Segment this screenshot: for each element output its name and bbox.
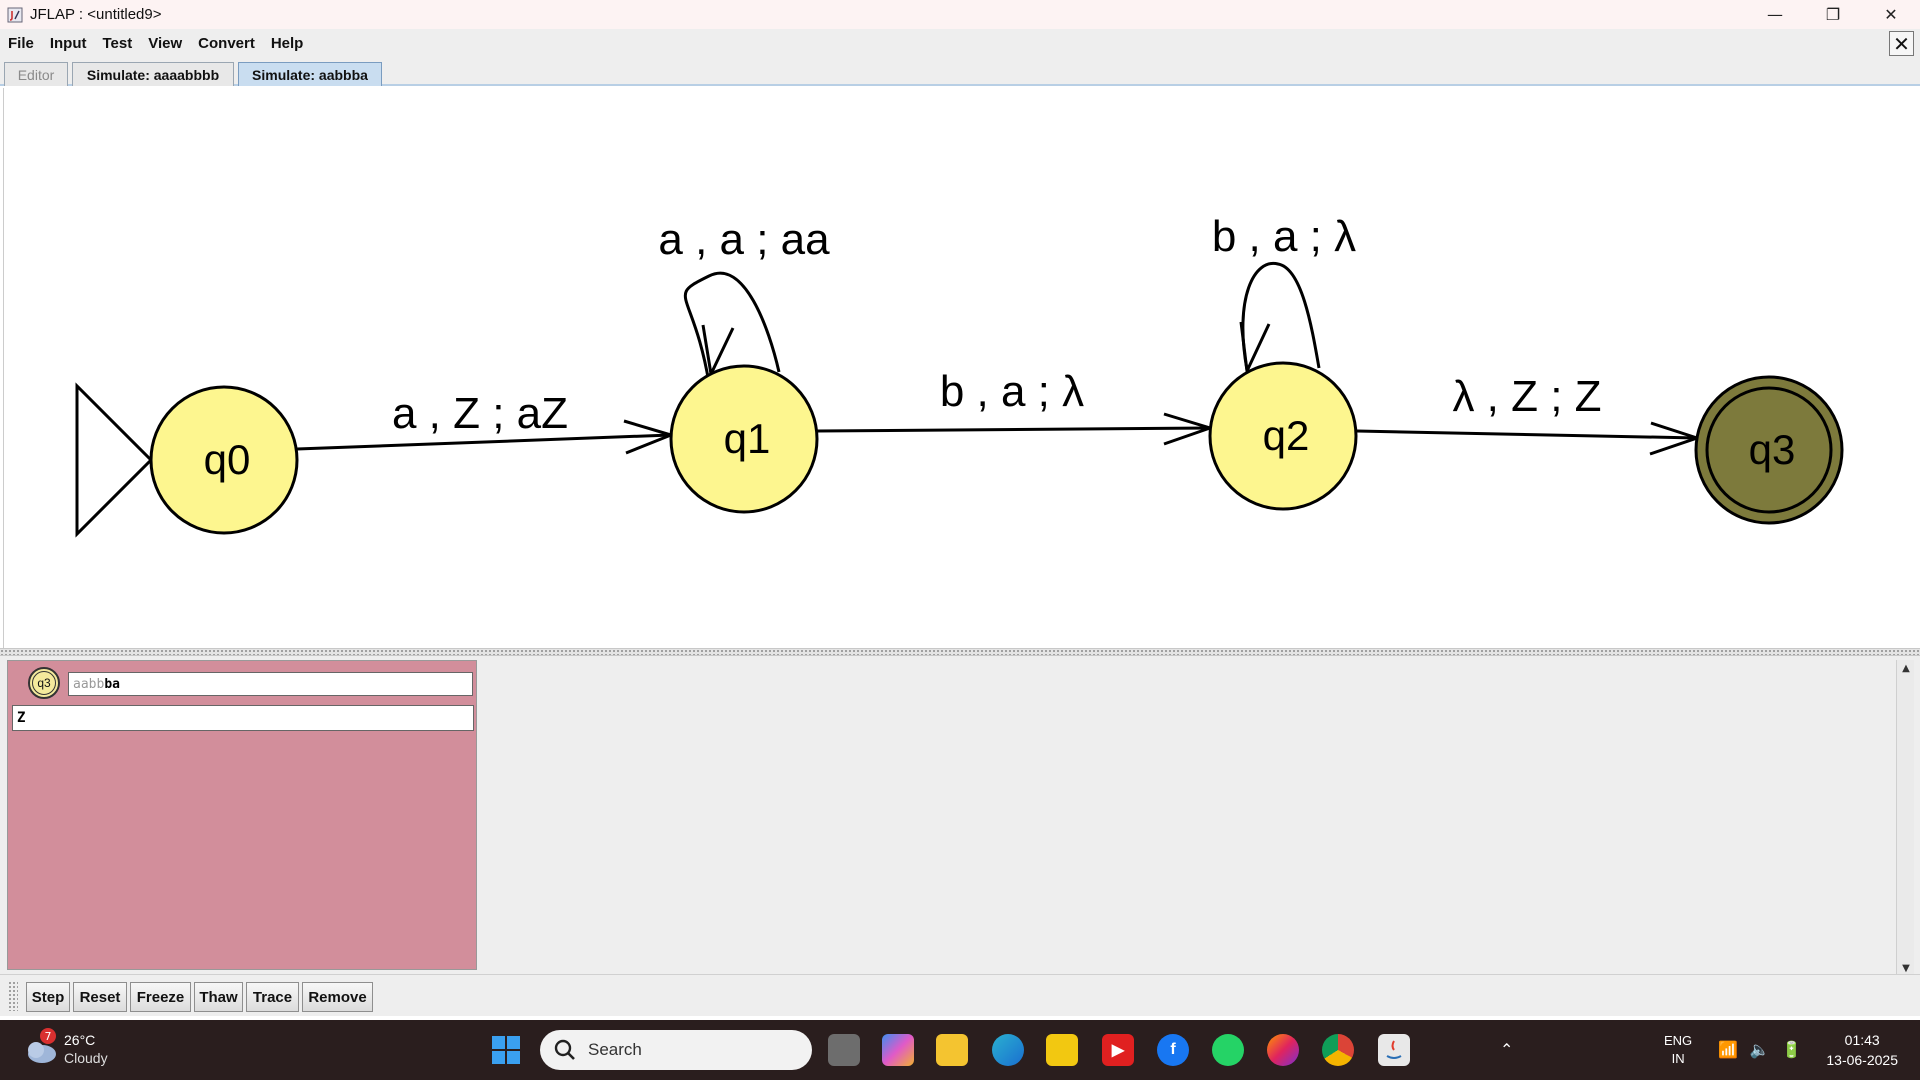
jflap-app-icon xyxy=(6,6,24,24)
system-tray: ⌃ xyxy=(1500,1020,1513,1080)
weather-temp: 26°C xyxy=(64,1032,96,1048)
transition-label: a , a ; aa xyxy=(658,215,830,264)
clock-date: 13-06-2025 xyxy=(1826,1052,1898,1068)
automaton-canvas[interactable]: a , Z ; aZ a , a ; aa b , a ; λ b , a ; … xyxy=(3,88,1917,648)
start-icon[interactable] xyxy=(490,1034,522,1066)
input-remaining: ba xyxy=(104,676,120,692)
weather-widget[interactable]: 7 26°C Cloudy xyxy=(18,1028,128,1072)
tab-bar: Editor Simulate: aaaabbbb Simulate: aabb… xyxy=(0,58,1920,86)
step-button[interactable]: Step xyxy=(26,982,70,1012)
language-indicator[interactable]: ENG IN xyxy=(1664,1020,1692,1080)
tab-simulate-aabbba[interactable]: Simulate: aabbba xyxy=(238,62,382,86)
toolbar-grip[interactable] xyxy=(8,981,18,1011)
clock-time: 01:43 xyxy=(1844,1032,1880,1048)
menu-test[interactable]: Test xyxy=(95,35,141,52)
minimize-button[interactable]: — xyxy=(1746,0,1804,29)
input-tape: aabb ba xyxy=(68,672,473,696)
menu-help[interactable]: Help xyxy=(263,35,312,52)
state-q0[interactable]: q0 xyxy=(149,385,299,535)
trace-button[interactable]: Trace xyxy=(246,982,299,1012)
search-placeholder: Search xyxy=(588,1040,642,1059)
config-state-icon: q3 xyxy=(28,667,60,699)
youtube-icon[interactable]: ▶ xyxy=(1102,1034,1134,1066)
clock[interactable]: 01:43 13-06-2025 xyxy=(1826,1030,1898,1070)
menu-view[interactable]: View xyxy=(140,35,190,52)
copilot-icon[interactable] xyxy=(882,1034,914,1066)
task-view-icon[interactable] xyxy=(828,1034,860,1066)
weather-badge: 7 xyxy=(40,1028,56,1044)
tab-simulate-aaaabbbb[interactable]: Simulate: aaaabbbb xyxy=(72,62,234,86)
transition-q0-q1[interactable]: a , Z ; aZ xyxy=(296,389,676,455)
java-icon[interactable] xyxy=(1378,1034,1410,1066)
state-q3[interactable]: q3 xyxy=(1694,375,1844,525)
state-q2[interactable]: q2 xyxy=(1208,361,1358,511)
restore-button[interactable]: ❐ xyxy=(1804,0,1862,29)
quick-settings[interactable]: 📶 🔈 🔋 xyxy=(1718,1020,1802,1080)
transition-q1-q2[interactable]: b , a ; λ xyxy=(816,367,1215,446)
power-bi-icon[interactable] xyxy=(1046,1034,1078,1066)
close-window-button[interactable]: ✕ xyxy=(1862,0,1920,29)
transition-label: λ , Z ; Z xyxy=(1452,372,1601,421)
volume-icon: 🔈 xyxy=(1749,1042,1770,1059)
menu-convert[interactable]: Convert xyxy=(190,35,263,52)
region-code: IN xyxy=(1671,1051,1685,1066)
window-title: JFLAP : <untitled9> xyxy=(30,6,162,23)
input-consumed: aabb xyxy=(73,676,105,692)
state-label: q0 xyxy=(204,436,251,483)
language-code: ENG xyxy=(1664,1033,1693,1048)
taskbar: 7 26°C Cloudy Search ▶ f ⌃ ENG IN 📶 🔈 🔋 … xyxy=(0,1020,1920,1080)
menu-bar: File Input Test View Convert Help ✕ xyxy=(0,29,1920,58)
battery-icon: 🔋 xyxy=(1781,1042,1802,1059)
firefox-icon[interactable] xyxy=(1267,1034,1299,1066)
title-bar: JFLAP : <untitled9> — ❐ ✕ xyxy=(0,0,1920,29)
file-explorer-icon[interactable] xyxy=(936,1034,968,1066)
vertical-scrollbar[interactable]: ▲ ▼ xyxy=(1896,660,1914,976)
transition-q1-loop[interactable]: a , a ; aa xyxy=(658,215,830,390)
search-icon xyxy=(554,1039,575,1060)
menu-input[interactable]: Input xyxy=(42,35,95,52)
close-tab-button[interactable]: ✕ xyxy=(1889,31,1914,56)
scroll-up-icon[interactable]: ▲ xyxy=(1897,660,1915,676)
reset-button[interactable]: Reset xyxy=(73,982,127,1012)
edge-icon[interactable] xyxy=(992,1034,1024,1066)
remove-button[interactable]: Remove xyxy=(302,982,373,1012)
transition-label: b , a ; λ xyxy=(940,367,1084,416)
state-q1[interactable]: q1 xyxy=(669,364,819,514)
state-label: q1 xyxy=(724,415,771,462)
taskbar-search[interactable]: Search xyxy=(540,1030,812,1070)
transition-q2-q3[interactable]: λ , Z ; Z xyxy=(1356,372,1702,456)
chevron-up-icon[interactable]: ⌃ xyxy=(1500,1040,1513,1060)
split-pane-divider[interactable] xyxy=(0,648,1920,656)
whatsapp-icon[interactable] xyxy=(1212,1034,1244,1066)
transition-label: b , a ; λ xyxy=(1212,212,1356,261)
automaton-diagram: a , Z ; aZ a , a ; aa b , a ; λ b , a ; … xyxy=(75,212,1844,538)
simulation-panel: q3 aabb ba Z ▲ ▼ Step Reset Freeze Thaw T… xyxy=(0,656,1920,1016)
transition-label: a , Z ; aZ xyxy=(392,389,568,438)
configuration-card[interactable]: q3 aabb ba Z xyxy=(7,660,477,970)
chrome-icon[interactable] xyxy=(1322,1034,1354,1066)
config-state-label: q3 xyxy=(32,671,56,695)
wifi-icon: 📶 xyxy=(1718,1042,1738,1059)
facebook-icon[interactable]: f xyxy=(1157,1034,1189,1066)
weather-condition: Cloudy xyxy=(64,1050,108,1066)
menu-file[interactable]: File xyxy=(0,35,42,52)
stack-contents: Z xyxy=(12,705,474,731)
simulation-toolbar: Step Reset Freeze Thaw Trace Remove xyxy=(0,974,1920,1014)
state-label: q3 xyxy=(1749,426,1796,473)
freeze-button[interactable]: Freeze xyxy=(130,982,191,1012)
initial-state-marker xyxy=(75,382,154,538)
transition-q2-loop[interactable]: b , a ; λ xyxy=(1212,212,1356,377)
thaw-button[interactable]: Thaw xyxy=(194,982,243,1012)
tab-editor[interactable]: Editor xyxy=(4,62,68,86)
state-label: q2 xyxy=(1263,412,1310,459)
